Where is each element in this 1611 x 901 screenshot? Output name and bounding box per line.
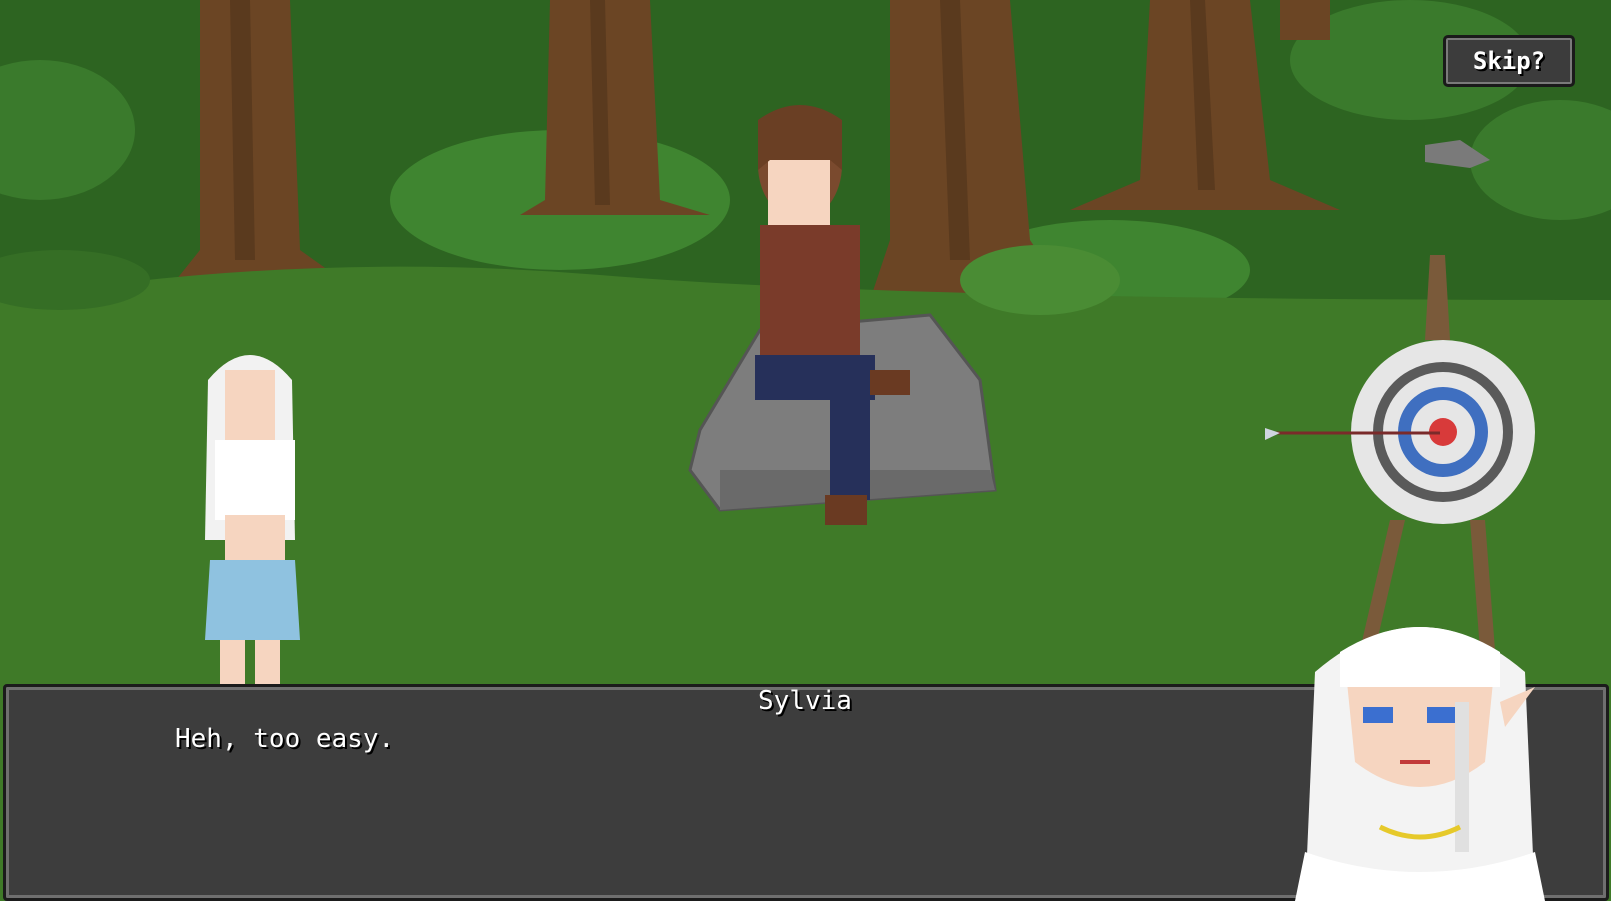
skip-button[interactable]: Skip? [1443,35,1575,87]
sylvia-portrait [1295,627,1545,901]
sylvia-standing-character [205,355,300,685]
speaker-name: Sylvia [758,686,852,716]
dialogue-text: Heh, too easy. [175,724,395,754]
game-scene: Skip? Sylvia Heh, too easy. [0,0,1611,901]
